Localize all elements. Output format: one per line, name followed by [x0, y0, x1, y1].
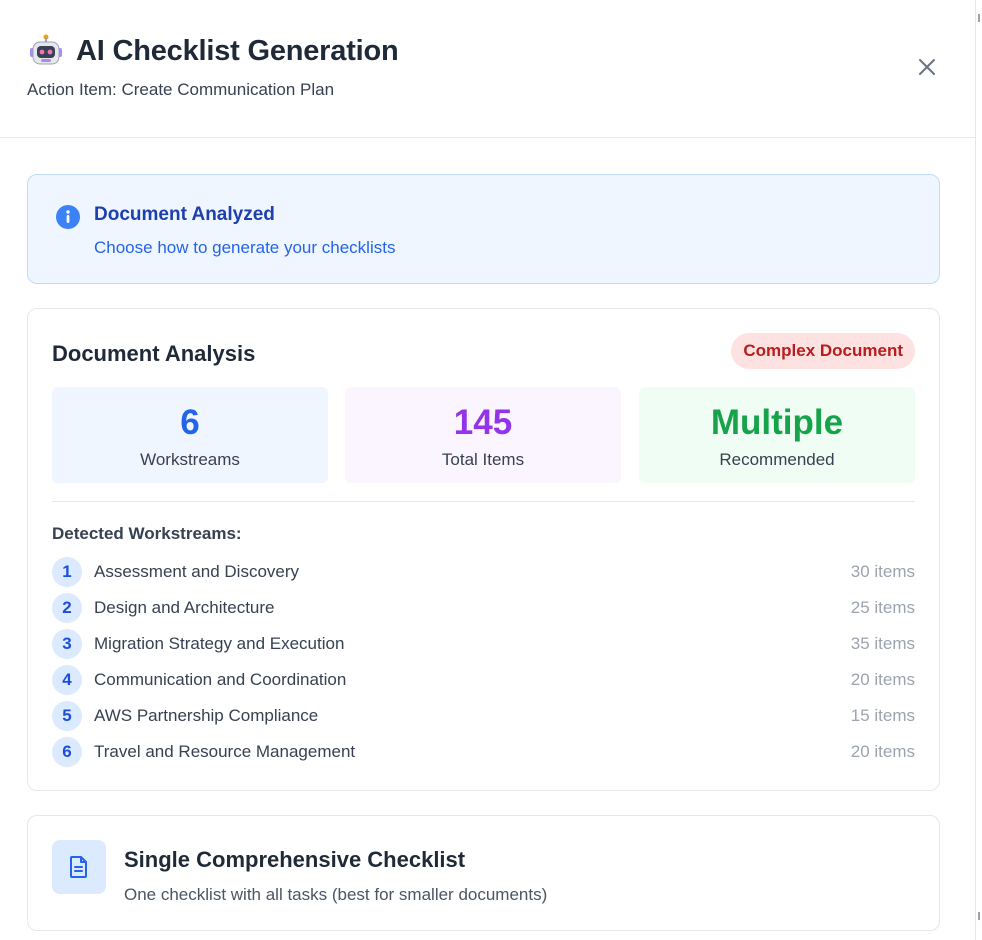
info-icon	[56, 205, 80, 229]
stat-label: Workstreams	[140, 450, 240, 469]
scroll-down-arrow[interactable]	[978, 912, 980, 920]
close-icon[interactable]	[918, 58, 936, 81]
stat-recommended: Multiple Recommended	[639, 387, 915, 483]
workstream-count: 35 items	[850, 634, 915, 653]
stat-total-items: 145 Total Items	[345, 387, 621, 483]
list-item: 2 Design and Architecture 25 items	[52, 592, 915, 628]
workstreams-heading: Detected Workstreams:	[52, 524, 242, 543]
list-item: 3 Migration Strategy and Execution 35 it…	[52, 628, 915, 664]
option-title: Single Comprehensive Checklist	[124, 847, 466, 872]
workstream-number: 6	[52, 737, 82, 767]
analysis-title: Document Analysis	[52, 341, 256, 366]
checklist-modal: AI Checklist Generation Action Item: Cre…	[0, 0, 976, 940]
workstream-count: 25 items	[850, 598, 915, 617]
workstream-list: 1 Assessment and Discovery 30 items 2 De…	[52, 556, 915, 772]
workstream-number: 2	[52, 593, 82, 623]
single-checklist-option[interactable]: Single Comprehensive Checklist One check…	[27, 815, 940, 931]
info-title: Document Analyzed	[94, 204, 275, 225]
workstream-count: 20 items	[850, 742, 915, 761]
workstream-name: Assessment and Discovery	[94, 562, 300, 581]
document-analysis-card: Document Analysis Complex Document 6 Wor…	[27, 308, 940, 791]
info-description: Choose how to generate your checklists	[94, 238, 396, 257]
workstream-name: Migration Strategy and Execution	[94, 634, 345, 653]
workstream-number: 4	[52, 665, 82, 695]
document-icon	[52, 840, 106, 894]
workstream-count: 30 items	[850, 562, 915, 581]
workstream-number: 3	[52, 629, 82, 659]
stat-label: Recommended	[719, 450, 835, 469]
workstream-number: 1	[52, 557, 82, 587]
modal-subtitle: Action Item: Create Communication Plan	[27, 80, 335, 99]
list-item: 1 Assessment and Discovery 30 items	[52, 556, 915, 592]
scroll-up-arrow[interactable]	[978, 14, 980, 22]
stat-value: 6	[180, 403, 200, 442]
info-banner: Document Analyzed Choose how to generate…	[27, 174, 940, 284]
scrollbar[interactable]	[976, 0, 982, 940]
workstream-name: Communication and Coordination	[94, 670, 347, 689]
stat-label: Total Items	[441, 450, 525, 469]
modal-title: AI Checklist Generation	[76, 34, 399, 67]
stat-value: 145	[453, 403, 513, 442]
workstream-name: Design and Architecture	[94, 598, 275, 617]
workstream-count: 20 items	[850, 670, 915, 689]
option-description: One checklist with all tasks (best for s…	[124, 885, 548, 904]
list-item: 6 Travel and Resource Management 20 item…	[52, 736, 915, 772]
complexity-badge: Complex Document	[731, 333, 915, 369]
close-button[interactable]	[914, 56, 940, 82]
stat-value: Multiple	[710, 403, 844, 442]
title-row: AI Checklist Generation	[28, 33, 399, 69]
stat-workstreams: 6 Workstreams	[52, 387, 328, 483]
robot-icon	[28, 33, 64, 69]
workstream-number: 5	[52, 701, 82, 731]
list-item: 5 AWS Partnership Compliance 15 items	[52, 700, 915, 736]
workstream-count: 15 items	[850, 706, 915, 725]
modal-header: AI Checklist Generation Action Item: Cre…	[0, 0, 975, 138]
divider	[52, 501, 915, 502]
workstream-name: AWS Partnership Compliance	[94, 706, 319, 725]
workstream-name: Travel and Resource Management	[94, 742, 356, 761]
list-item: 4 Communication and Coordination 20 item…	[52, 664, 915, 700]
